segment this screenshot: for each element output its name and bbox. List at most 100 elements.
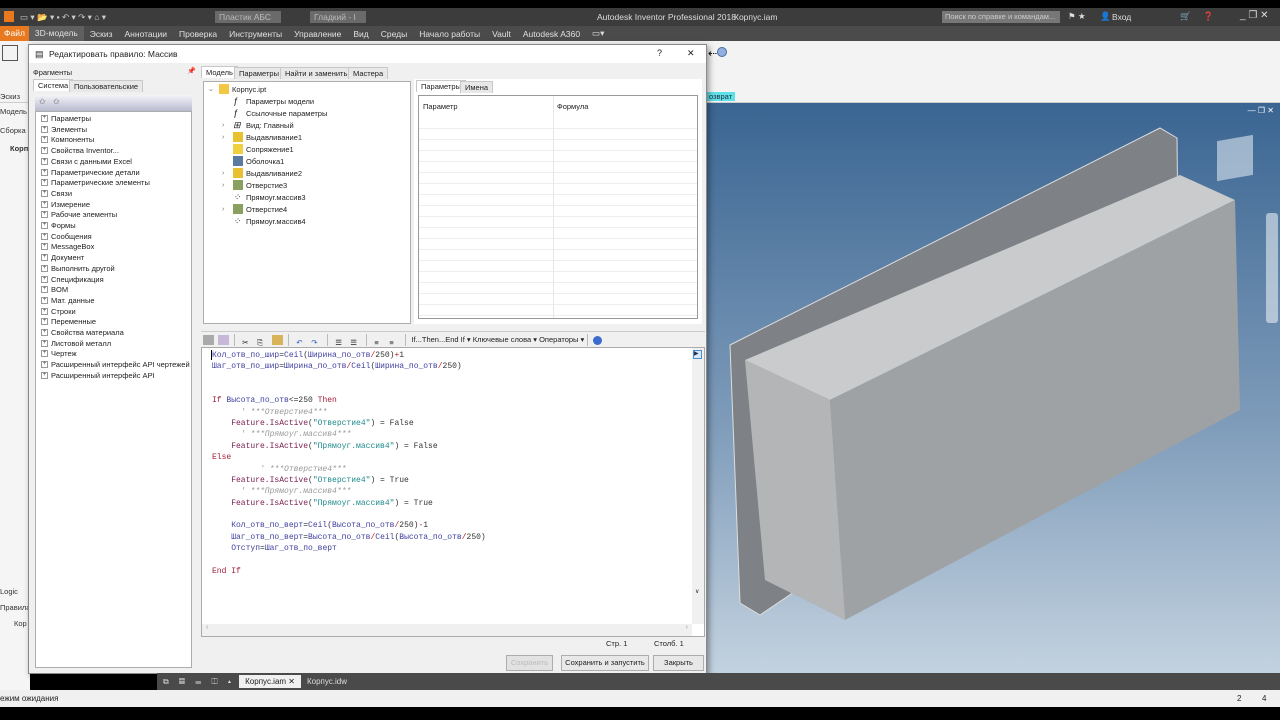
tree-node[interactable]: Сопряжение1 [222,144,294,154]
doc-tab-idw[interactable]: Корпус.idw [301,675,353,688]
fragment-item[interactable]: + Параметрические элементы [41,178,150,187]
save-and-run-button[interactable]: Сохранить и запустить [561,655,649,671]
cart-icon[interactable]: 🛒 [1180,11,1191,22]
fragment-item[interactable]: + BOM [41,285,68,294]
expand-chevron-icon[interactable]: › [222,122,230,129]
vertical-scrollbar[interactable]: ▶ ∨ [692,348,704,624]
paste-icon[interactable] [272,335,284,346]
expand-icon[interactable]: + [41,200,48,208]
tab-annotate[interactable]: Аннотации [119,29,174,39]
return-icon[interactable]: ⇠ [708,47,728,60]
keywords-dropdown[interactable]: Ключевые слова [473,335,531,344]
ribbon-options-icon[interactable]: ▭▾ [586,28,610,39]
tab-model[interactable]: Модель [201,66,238,78]
tab-3d-model[interactable]: 3D-модель [28,26,84,41]
expand-icon[interactable]: + [41,222,48,229]
fragment-item[interactable]: + Формы [41,221,76,230]
window-layout-icons[interactable]: ⧉ ▦ ☰ ◫ ▴ [163,677,235,687]
fragment-item[interactable]: + Параметры [41,114,91,123]
tab-custom[interactable]: Пользовательские [69,80,144,92]
page-icon[interactable] [218,335,229,346]
material-dropdown[interactable]: Пластик АБС [215,11,281,23]
tab-environments[interactable]: Среды [375,29,413,39]
fragment-item[interactable]: + Переменные [41,317,96,326]
fragment-item[interactable]: + Сообщения [41,232,92,241]
help-icon[interactable] [593,335,603,345]
fragment-item[interactable]: + Спецификация [41,275,104,284]
scroll-marker-icon[interactable]: ▶ [693,350,702,359]
close-tab-icon[interactable]: ✕ [288,677,295,686]
fragment-item[interactable]: + Компоненты [41,135,94,144]
edit-fragment-icon[interactable]: ✩ [53,97,60,106]
expand-icon[interactable]: + [41,329,48,336]
fragment-item[interactable]: + Элементы [41,125,87,134]
fragment-item[interactable]: + MessageBox [41,242,94,251]
fragment-item[interactable]: + Строки [41,307,76,316]
help-icon[interactable]: ❓ [1203,11,1214,22]
undo-icon[interactable]: ↶ [296,335,307,347]
expand-icon[interactable]: + [41,115,48,122]
sketch-tool-icon[interactable] [2,45,18,61]
fragment-item[interactable]: + Выполнить другой [41,264,115,273]
expand-icon[interactable]: + [41,243,48,251]
fragment-item[interactable]: + Документ [41,253,84,262]
tree-node[interactable]: ⁘ Прямоуг.массив3 [222,192,306,202]
tree-node[interactable]: ⁘ Прямоуг.массив4 [222,216,306,226]
fragment-item[interactable]: + Связи с данными Excel [41,157,132,166]
expand-icon[interactable]: + [41,339,48,347]
fragment-item[interactable]: + Рабочие элементы [41,210,117,219]
tree-node[interactable]: › Выдавливание2 [222,168,302,178]
expand-icon[interactable]: + [41,168,48,176]
user-icon[interactable]: 👤 [1100,11,1111,22]
copy-icon[interactable]: ⎘ [257,335,268,347]
add-fragment-icon[interactable]: ✩ [39,97,46,106]
expand-icon[interactable]: + [41,296,48,304]
cut-icon[interactable]: ✂ [242,335,253,347]
fragment-item[interactable]: + Свойства материала [41,328,124,337]
tree-node[interactable]: ⌄ Корпус.ipt [208,84,266,94]
tab-view[interactable]: Вид [347,29,374,39]
column-formula[interactable]: Формула [557,102,588,111]
tab-a360[interactable]: Autodesk A360 [517,29,586,39]
expand-icon[interactable]: + [41,264,48,272]
tab-inspect[interactable]: Проверка [173,29,223,39]
fragment-item[interactable]: + Листовой металл [41,339,111,348]
browser-root[interactable]: Корп [10,144,28,153]
expand-icon[interactable]: + [41,232,48,240]
tab-get-started[interactable]: Начало работы [413,29,486,39]
if-then-button[interactable]: If...Then...End If [411,335,464,344]
code-editor[interactable]: Кол_отв_по_шир=Ceil(Ширина_по_отв/250)+1… [201,347,705,637]
fragment-item[interactable]: + Расширенный интерфейс API [41,371,155,380]
expand-chevron-icon[interactable]: ⌄ [208,85,216,93]
pin-icon[interactable]: 📌 [187,67,196,75]
tab-params[interactable]: Параметры [416,80,466,92]
scroll-down-icon[interactable]: ∨ [695,588,699,595]
tab-parameters[interactable]: Параметры [234,67,284,79]
tab-system[interactable]: Система [33,79,74,91]
parameters-table[interactable]: Параметр Формула [418,95,698,319]
browser-label-model[interactable]: Модель [0,107,27,116]
expand-icon[interactable]: + [41,350,48,358]
expand-icon[interactable]: + [41,275,48,283]
tab-sketch[interactable]: Эскиз [84,29,119,39]
horizontal-scrollbar[interactable]: ‹ › [202,624,692,636]
quick-access-icons[interactable]: ▭ ▾ 📂 ▾ ▪ ↶ ▾ ↷ ▾ ⌂ ▾ [20,12,106,23]
fragment-item[interactable]: + Расширенный интерфейс API чертежей [41,360,190,369]
expand-chevron-icon[interactable]: › [222,206,230,213]
browser-label-assembly[interactable]: Сборка [0,126,26,135]
fragment-item[interactable]: + Мат. данные [41,296,95,305]
expand-icon[interactable]: + [41,136,48,144]
star-icon[interactable]: ⚑ ★ [1068,11,1086,22]
signin-button[interactable]: Вход [1112,12,1131,22]
uncomment-icon[interactable]: ≡ [389,335,400,347]
expand-icon[interactable]: + [41,211,48,219]
enclosure-model[interactable] [707,103,1280,690]
tab-names[interactable]: Имена [460,81,494,93]
expand-icon[interactable]: + [41,371,48,379]
comment-icon[interactable]: ≡ [374,335,385,347]
rule-item[interactable]: Кор [14,619,27,628]
fragment-item[interactable]: + Параметрические детали [41,168,140,177]
expand-chevron-icon[interactable]: › [222,134,230,141]
tree-node[interactable]: ƒ Ссылочные параметры [222,108,327,118]
print-icon[interactable] [203,335,214,346]
